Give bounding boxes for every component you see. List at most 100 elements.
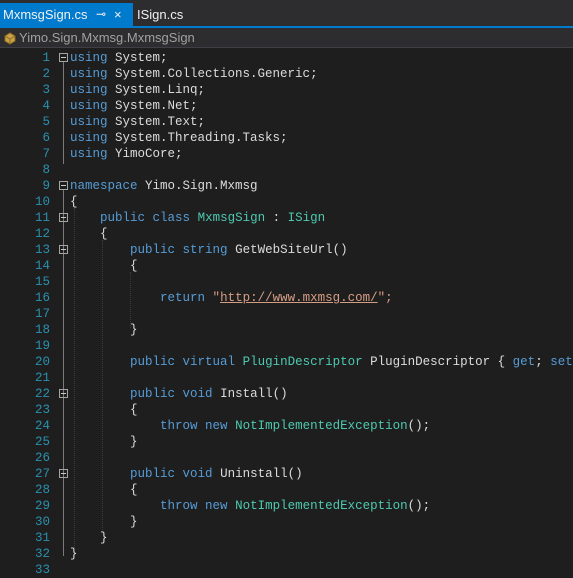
- code-editor[interactable]: 1using System; 2using System.Collections…: [0, 48, 573, 571]
- collapse-icon[interactable]: [59, 469, 68, 478]
- line-number: 19: [0, 338, 50, 354]
- code-text: {: [100, 227, 108, 241]
- line-number: 2: [0, 66, 50, 82]
- code-text: System.Text;: [115, 115, 205, 129]
- code-line: 8: [0, 162, 573, 178]
- code-text: }: [130, 323, 138, 337]
- code-line: 13 public string GetWebSiteUrl(): [0, 242, 573, 258]
- line-number: 26: [0, 450, 50, 466]
- keyword: using: [70, 83, 108, 97]
- type-name: ISign: [288, 211, 326, 225]
- keyword: public: [100, 211, 145, 225]
- keyword: using: [70, 131, 108, 145]
- string-literal: ";: [378, 291, 393, 305]
- line-number: 6: [0, 130, 50, 146]
- line-number: 8: [0, 162, 50, 178]
- code-line: 4using System.Net;: [0, 98, 573, 114]
- keyword: new: [205, 499, 228, 513]
- code-line: 25 }: [0, 434, 573, 450]
- code-text: ();: [408, 419, 431, 433]
- line-number: 9: [0, 178, 50, 194]
- collapse-icon[interactable]: [59, 245, 68, 254]
- keyword: using: [70, 147, 108, 161]
- line-number: 12: [0, 226, 50, 242]
- code-line: 17: [0, 306, 573, 322]
- tab-mxmsgsign[interactable]: MxmsgSign.cs ⊸ ×: [0, 3, 133, 26]
- class-icon: [3, 31, 17, 45]
- code-text: :: [273, 211, 281, 225]
- code-line: 23 {: [0, 402, 573, 418]
- url-link[interactable]: http://www.mxmsg.com/: [220, 291, 378, 305]
- code-line: 32}: [0, 546, 573, 562]
- tab-isign[interactable]: ISign.cs: [134, 3, 234, 26]
- code-line: 26: [0, 450, 573, 466]
- code-line: 6using System.Threading.Tasks;: [0, 130, 573, 146]
- line-number: 31: [0, 530, 50, 546]
- code-line: 10 {: [0, 194, 573, 210]
- keyword: public: [130, 467, 175, 481]
- code-text: PluginDescriptor {: [370, 355, 505, 369]
- pin-icon[interactable]: ⊸: [96, 3, 106, 26]
- code-line: 2 using System.Collections.Generic;: [0, 66, 573, 82]
- type-name: PluginDescriptor: [243, 355, 363, 369]
- tab-label: ISign.cs: [137, 7, 183, 22]
- line-number: 28: [0, 482, 50, 498]
- line-number: 1: [0, 50, 50, 66]
- code-text: ();: [408, 499, 431, 513]
- keyword: void: [183, 387, 213, 401]
- document-tab-bar: MxmsgSign.cs ⊸ × ISign.cs: [0, 0, 573, 28]
- code-line: 19: [0, 338, 573, 354]
- keyword: using: [70, 51, 108, 65]
- code-line: 5using System.Text;: [0, 114, 573, 130]
- keyword: throw: [160, 499, 198, 513]
- close-icon[interactable]: ×: [114, 3, 122, 26]
- line-number: 16: [0, 290, 50, 306]
- type-path-dropdown[interactable]: Yimo.Sign.Mxmsg.MxmsgSign: [19, 29, 195, 47]
- collapse-icon[interactable]: [59, 53, 68, 62]
- keyword: virtual: [183, 355, 236, 369]
- line-number: 10: [0, 194, 50, 210]
- code-line: 18 }: [0, 322, 573, 338]
- keyword: public: [130, 243, 175, 257]
- code-line: 20 public virtual PluginDescriptor Plugi…: [0, 354, 573, 370]
- code-text: System.Collections.Generic;: [115, 67, 318, 81]
- line-number: 15: [0, 274, 50, 290]
- code-text: {: [130, 259, 138, 273]
- line-number: 32: [0, 546, 50, 562]
- keyword: string: [183, 243, 228, 257]
- keyword: using: [70, 67, 108, 81]
- line-number: 29: [0, 498, 50, 514]
- line-number: 5: [0, 114, 50, 130]
- line-number: 24: [0, 418, 50, 434]
- keyword: get: [513, 355, 536, 369]
- navigation-bar[interactable]: Yimo.Sign.Mxmsg.MxmsgSign: [0, 28, 573, 48]
- keyword: void: [183, 467, 213, 481]
- line-number: 13: [0, 242, 50, 258]
- code-line: 27 public void Uninstall(): [0, 466, 573, 482]
- code-text: {: [130, 483, 138, 497]
- keyword: class: [153, 211, 191, 225]
- keyword: return: [160, 291, 205, 305]
- code-line: 31 }: [0, 530, 573, 546]
- code-line: 11 public class MxmsgSign : ISign: [0, 210, 573, 226]
- collapse-icon[interactable]: [59, 213, 68, 222]
- code-line: 30 }: [0, 514, 573, 530]
- collapse-icon[interactable]: [59, 181, 68, 190]
- code-text: {: [70, 195, 78, 209]
- collapse-icon[interactable]: [59, 389, 68, 398]
- code-text: Yimo.Sign.Mxmsg: [145, 179, 258, 193]
- keyword: public: [130, 387, 175, 401]
- code-line: 22 public void Install(): [0, 386, 573, 402]
- line-number: 27: [0, 466, 50, 482]
- keyword: namespace: [70, 179, 138, 193]
- code-text: }: [100, 531, 108, 545]
- line-number: 22: [0, 386, 50, 402]
- code-line: 28 {: [0, 482, 573, 498]
- line-number: 4: [0, 98, 50, 114]
- code-line: 15: [0, 274, 573, 290]
- line-number: 23: [0, 402, 50, 418]
- type-name: NotImplementedException: [235, 419, 408, 433]
- code-line: 29 throw new NotImplementedException();: [0, 498, 573, 514]
- code-line: 12 {: [0, 226, 573, 242]
- code-line: 3using System.Linq;: [0, 82, 573, 98]
